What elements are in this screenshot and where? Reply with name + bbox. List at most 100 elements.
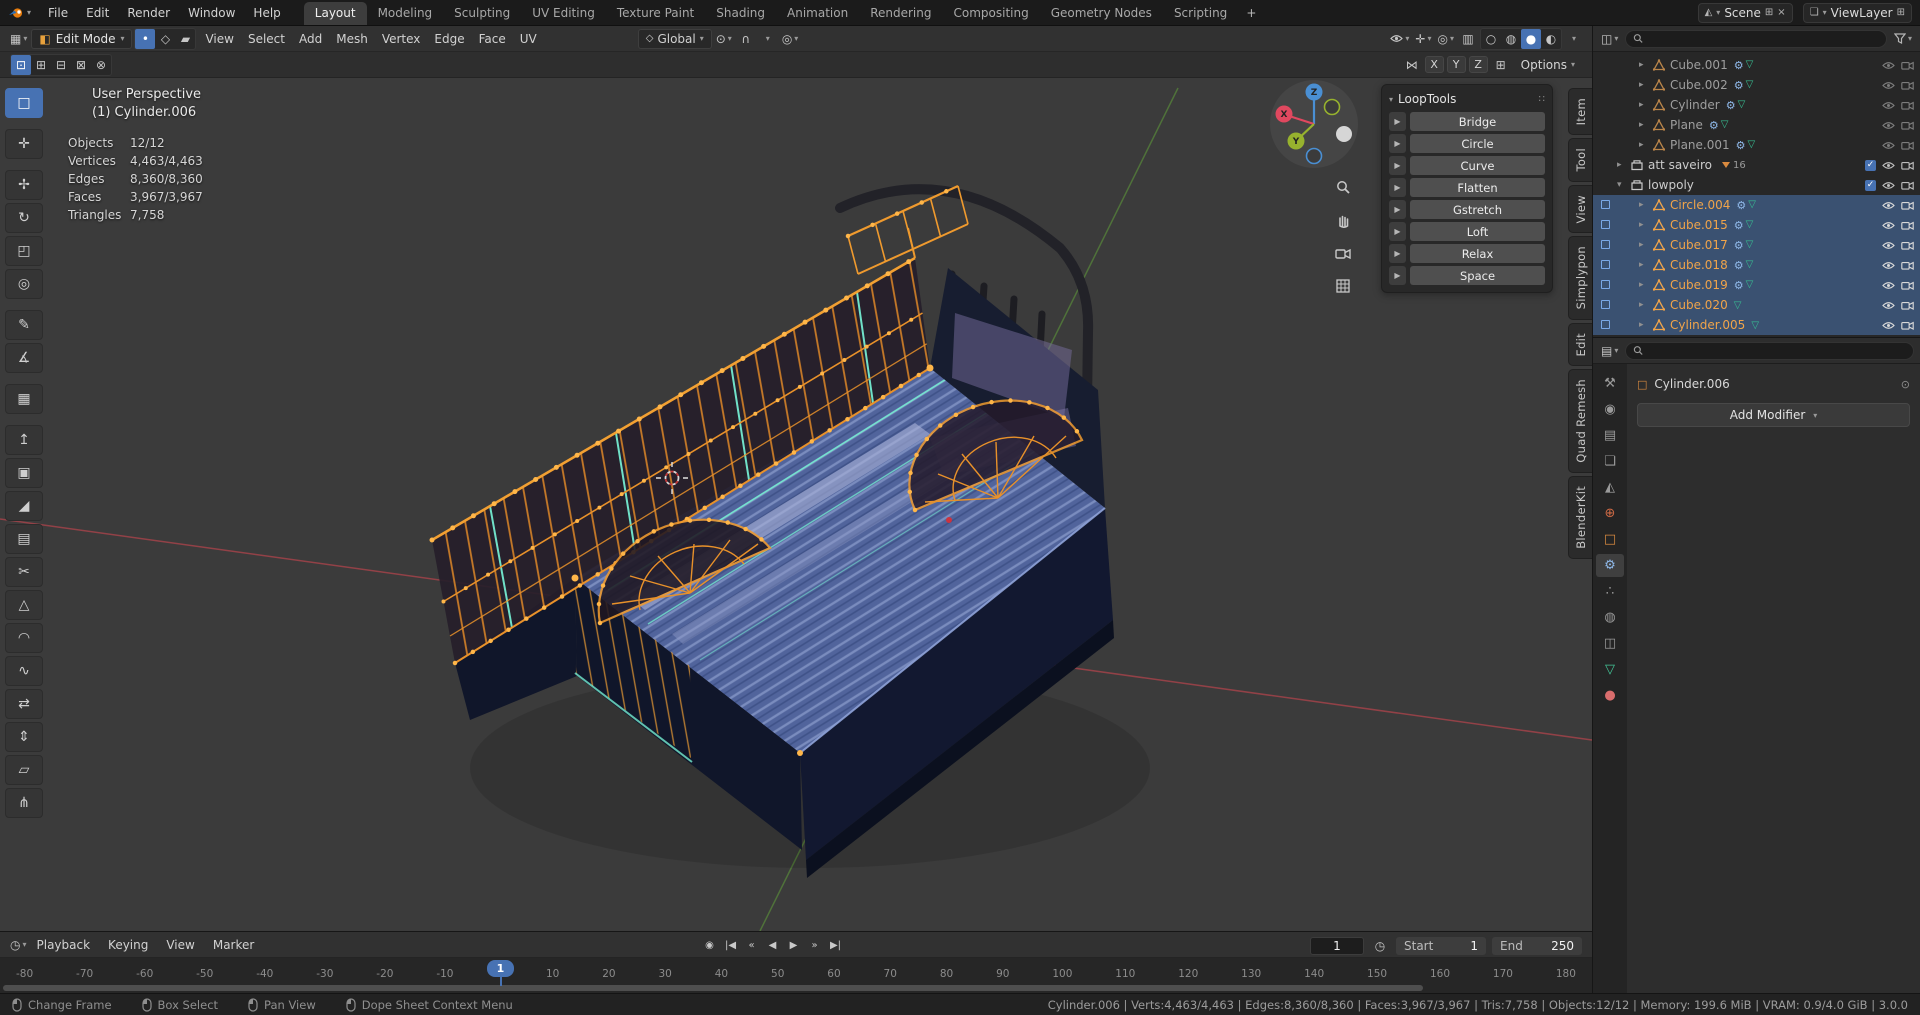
expand-chevron-icon[interactable]: [1639, 100, 1649, 110]
overlays-dropdown[interactable]: ◎ ▾: [1436, 29, 1457, 49]
tool-button[interactable]: ◎: [5, 269, 43, 299]
timeline-scrollbar[interactable]: [0, 983, 1592, 993]
modifier-wrench-icon[interactable]: ⚙: [1734, 279, 1744, 292]
properties-editor-type-button[interactable]: ▤ ▾: [1599, 341, 1620, 361]
properties-tab[interactable]: ▽: [1596, 658, 1624, 681]
tool-button[interactable]: ↻: [5, 203, 43, 233]
exclude-checkbox[interactable]: ✓: [1865, 159, 1876, 171]
workspace-tab[interactable]: Texture Paint: [606, 2, 705, 25]
mirror-axis-button[interactable]: Z: [1468, 56, 1488, 73]
object-name[interactable]: Cube.020: [1670, 298, 1728, 312]
looptools-button[interactable]: Relax: [1410, 244, 1545, 263]
workspace-tab[interactable]: UV Editing: [521, 2, 606, 25]
looptools-button[interactable]: Space: [1410, 266, 1545, 285]
hide-eye-icon[interactable]: [1882, 121, 1895, 130]
modifier-wrench-icon[interactable]: ⚙: [1734, 59, 1744, 72]
expand-chevron-icon[interactable]: [1639, 280, 1649, 290]
snap-target-dropdown[interactable]: ▾: [758, 29, 778, 49]
transport-button[interactable]: ▶|: [826, 935, 845, 955]
mesh-data-icon[interactable]: ▽: [1746, 259, 1754, 272]
tool-button[interactable]: □: [5, 88, 43, 118]
object-name[interactable]: Cube.019: [1670, 278, 1728, 292]
object-name[interactable]: lowpoly: [1648, 178, 1694, 192]
render-camera-icon[interactable]: [1901, 200, 1914, 210]
gizmos-dropdown[interactable]: ✛ ▾: [1413, 29, 1433, 49]
properties-tab[interactable]: ◫: [1596, 632, 1624, 655]
zoom-icon[interactable]: [1330, 174, 1356, 200]
render-camera-icon[interactable]: [1901, 160, 1914, 170]
viewport-menu-item[interactable]: Vertex: [375, 26, 428, 52]
tool-button[interactable]: ∿: [5, 656, 43, 686]
viewport-menu-item[interactable]: Add: [292, 26, 329, 52]
shading-mode-button[interactable]: ●: [1521, 28, 1541, 49]
scene-selector[interactable]: ◭ ▾ Scene ⊞ ×: [1697, 2, 1793, 23]
viewlayer-selector[interactable]: ❏ ▾ ViewLayer ⊞: [1802, 2, 1912, 23]
object-name[interactable]: Cylinder: [1670, 98, 1720, 112]
render-camera-icon[interactable]: [1901, 220, 1914, 230]
render-camera-icon[interactable]: [1901, 140, 1914, 150]
pin-icon[interactable]: ⊙: [1901, 378, 1910, 391]
viewport-canvas[interactable]: □ ✛ ✢ ↻ ◰ ◎ ✎ ∡ ▦ ↥ ▣ ◢ ▤ ✂ △ ◠ ∿ ⇄ ⇕ ▱ …: [0, 78, 1592, 931]
outliner-row[interactable]: lowpoly ⚙ ▽ ✓: [1593, 175, 1920, 195]
mode-dropdown[interactable]: ◧ Edit Mode ▾: [31, 28, 133, 49]
tool-button[interactable]: ◢: [5, 491, 43, 521]
hide-eye-icon[interactable]: [1882, 241, 1895, 250]
hide-eye-icon[interactable]: [1882, 201, 1895, 210]
properties-tab[interactable]: ⚙: [1596, 554, 1624, 577]
hide-eye-icon[interactable]: [1882, 141, 1895, 150]
hide-eye-icon[interactable]: [1882, 321, 1895, 330]
render-camera-icon[interactable]: [1901, 120, 1914, 130]
sidebar-tab[interactable]: Quad Remesh: [1568, 369, 1592, 473]
expand-chevron-icon[interactable]: [1639, 240, 1649, 250]
shading-mode-button[interactable]: ○: [1481, 29, 1501, 49]
outliner-row[interactable]: Cylinder.005 ⚙ ▽ ✓: [1593, 315, 1920, 335]
outliner-editor-type-button[interactable]: ◫ ▾: [1599, 29, 1620, 49]
render-camera-icon[interactable]: [1901, 180, 1914, 190]
mesh-data-icon[interactable]: ▽: [1746, 219, 1754, 232]
breadcrumb-object-name[interactable]: Cylinder.006: [1654, 377, 1729, 391]
viewport-menu-item[interactable]: View: [198, 26, 240, 52]
looptools-button[interactable]: Flatten: [1410, 178, 1545, 197]
object-name[interactable]: Plane: [1670, 118, 1703, 132]
mesh-data-icon[interactable]: ▽: [1738, 99, 1746, 112]
hide-eye-icon[interactable]: [1882, 161, 1895, 170]
options-dropdown[interactable]: Options ▾: [1514, 55, 1582, 75]
tool-button[interactable]: △: [5, 590, 43, 620]
tool-button[interactable]: ⋔: [5, 788, 43, 818]
select-op-button[interactable]: ⊡: [11, 54, 31, 75]
object-name[interactable]: Cylinder.005: [1670, 318, 1745, 332]
select-mode-button[interactable]: ▰: [175, 29, 195, 49]
render-camera-icon[interactable]: [1901, 100, 1914, 110]
hide-eye-icon[interactable]: [1882, 181, 1895, 190]
render-camera-icon[interactable]: [1901, 300, 1914, 310]
mirror-axis-button[interactable]: Y: [1446, 56, 1466, 73]
workspace-tab[interactable]: Compositing: [942, 2, 1039, 25]
shading-mode-button[interactable]: ◐: [1541, 29, 1561, 49]
ortho-grid-icon[interactable]: [1330, 273, 1356, 299]
mesh-data-icon[interactable]: ▽: [1751, 320, 1759, 331]
expand-chevron-icon[interactable]: [1639, 220, 1649, 230]
properties-search-input[interactable]: [1647, 344, 1906, 357]
transport-button[interactable]: ◀: [763, 935, 782, 955]
mirror-axis-button[interactable]: X: [1424, 56, 1444, 73]
expand-arrow-button[interactable]: ▶: [1389, 112, 1406, 131]
mesh-data-icon[interactable]: ▽: [1721, 119, 1729, 132]
outliner-row[interactable]: Cube.001 ⚙ ▽ ✓: [1593, 55, 1920, 75]
tool-button[interactable]: ⇄: [5, 689, 43, 719]
timeline-menu-item[interactable]: Playback: [29, 932, 99, 958]
workspace-tab[interactable]: Sculpting: [443, 2, 521, 25]
mesh-data-icon[interactable]: ▽: [1746, 239, 1754, 252]
properties-tab[interactable]: ●: [1596, 684, 1624, 707]
select-op-button[interactable]: ⊗: [91, 55, 111, 75]
mesh-data-icon[interactable]: ▽: [1746, 59, 1754, 72]
properties-search[interactable]: [1625, 341, 1914, 360]
properties-tab[interactable]: ◍: [1596, 606, 1624, 629]
outliner-row[interactable]: Cube.002 ⚙ ▽ ✓: [1593, 75, 1920, 95]
transport-button[interactable]: ▶: [784, 935, 803, 955]
expand-arrow-button[interactable]: ▶: [1389, 156, 1406, 175]
menu-item[interactable]: Edit: [77, 0, 118, 25]
menu-item[interactable]: Window: [179, 0, 244, 25]
workspace-tab[interactable]: Modeling: [367, 2, 444, 25]
sidebar-tab[interactable]: View: [1568, 184, 1592, 234]
render-camera-icon[interactable]: [1901, 60, 1914, 70]
